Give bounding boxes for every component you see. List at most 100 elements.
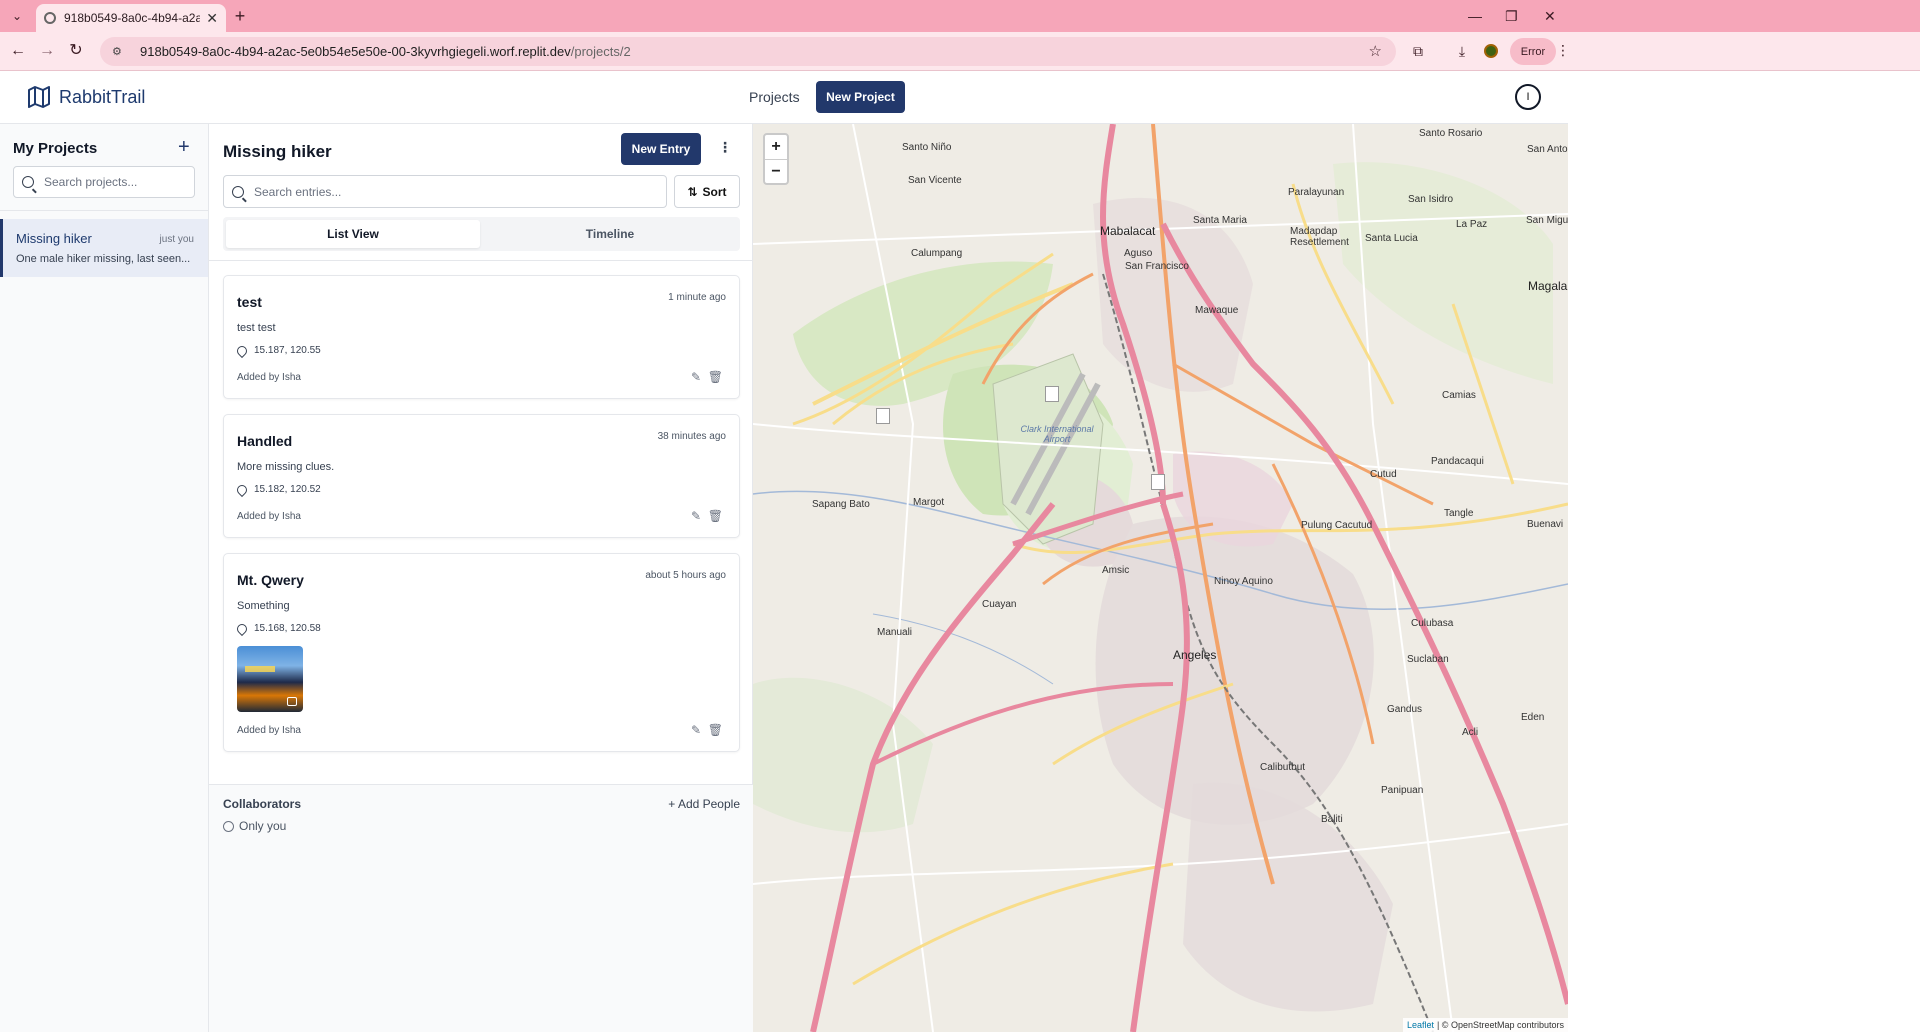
sidebar-item-missing-hiker[interactable]: Missing hiker just you One male hiker mi… — [0, 219, 208, 277]
map-label: Buenavi — [1527, 519, 1564, 530]
map-label: Panipuan — [1381, 785, 1424, 796]
entry-card[interactable]: Mt. Qwery about 5 hours ago Something 15… — [223, 553, 740, 752]
entry-title: test — [237, 294, 262, 310]
entry-search-box[interactable] — [223, 175, 667, 208]
map-label: Culubasa — [1411, 618, 1454, 629]
map-label: Ninoy Aquino — [1214, 576, 1273, 587]
map-label: Camias — [1442, 390, 1476, 401]
app-logo[interactable]: RabbitTrail — [27, 85, 145, 109]
search-icon — [22, 176, 34, 188]
trash-icon[interactable]: 🗑 — [708, 723, 723, 737]
entry-card[interactable]: test 1 minute ago test test 15.187, 120.… — [223, 275, 740, 399]
map-label: Santa Lucia — [1365, 233, 1418, 244]
restore-icon[interactable]: ❐ — [1505, 8, 1518, 25]
tab-search-chevron-icon[interactable]: ⌄ — [6, 6, 28, 26]
new-tab-plus-icon[interactable]: + — [230, 6, 250, 26]
map-label: San Francisco — [1125, 261, 1189, 272]
minimize-icon[interactable]: — — [1468, 8, 1482, 24]
map-label: Mawaque — [1195, 305, 1239, 316]
user-avatar[interactable]: I — [1515, 84, 1541, 110]
project-menu-icon[interactable]: ⋮ — [718, 139, 732, 156]
browser-menu-icon[interactable]: ⋮ — [1556, 42, 1570, 59]
edit-icon[interactable]: ✎ — [691, 723, 701, 737]
window-close-icon[interactable]: ✕ — [1544, 8, 1556, 25]
leaflet-link[interactable]: Leaflet — [1407, 1020, 1434, 1030]
trash-icon[interactable]: 🗑 — [708, 370, 723, 384]
collaborators-section: Collaborators + Add People Only you — [209, 784, 753, 1032]
add-project-plus-icon[interactable]: + — [178, 136, 190, 159]
map-marker[interactable] — [1045, 386, 1059, 402]
project-search-box[interactable] — [13, 166, 195, 198]
map-label: Acli — [1462, 727, 1479, 738]
entry-time: about 5 hours ago — [645, 570, 726, 581]
entry-description: Something — [237, 600, 290, 612]
map-label: San Isidro — [1408, 194, 1454, 205]
entry-added-by: Added by Isha — [237, 372, 301, 383]
map-label: Angeles — [1173, 648, 1217, 662]
forward-arrow-icon[interactable]: → — [37, 41, 57, 61]
url-path: /projects/2 — [570, 44, 631, 59]
entry-title: Mt. Qwery — [237, 572, 304, 588]
add-people-link[interactable]: + Add People — [668, 797, 740, 811]
panel-divider — [209, 260, 753, 261]
map-marker[interactable] — [1151, 474, 1165, 490]
map-label: Santa Maria — [1193, 215, 1247, 226]
tab-list-view[interactable]: List View — [226, 220, 480, 248]
map-pin-icon — [234, 482, 250, 497]
entry-coords: 15.187, 120.55 — [254, 345, 321, 356]
map-label: Santo Rosario — [1419, 128, 1483, 139]
entry-search-input[interactable] — [254, 184, 666, 199]
new-project-button[interactable]: New Project — [816, 81, 905, 113]
error-badge[interactable]: Error — [1510, 38, 1556, 65]
new-entry-button[interactable]: New Entry — [621, 133, 701, 165]
map-label: Tangle — [1444, 508, 1474, 519]
entry-location: 15.182, 120.52 — [234, 482, 321, 497]
map-label: Amsic — [1102, 565, 1130, 576]
map-logo-icon — [28, 86, 50, 108]
map-label: San Vicente — [908, 175, 962, 186]
nav-projects-link[interactable]: Projects — [749, 89, 800, 105]
reload-icon[interactable]: ↻ — [66, 41, 86, 61]
sort-button[interactable]: ⇅ Sort — [674, 175, 740, 208]
address-bar[interactable]: ⚙ 918b0549-8a0c-4b94-a2ac-5e0b54e5e50e-0… — [100, 37, 1396, 66]
projects-sidebar: My Projects + Missing hiker just you One… — [0, 124, 209, 1032]
map-label: La Paz — [1456, 219, 1488, 230]
map-label: Calumpang — [911, 248, 963, 259]
entry-title: Handled — [237, 433, 293, 449]
zoom-in-button[interactable]: + — [765, 135, 787, 159]
sort-arrows-icon: ⇅ — [687, 184, 698, 199]
map-view[interactable]: Santo Niño San Vicente Calumpang Mabalac… — [753, 124, 1568, 1032]
edit-icon[interactable]: ✎ — [691, 370, 701, 384]
map-label: Suclaban — [1407, 654, 1449, 665]
extensions-puzzle-icon[interactable]: ⧉ — [1408, 41, 1428, 61]
tab-close-icon[interactable]: ✕ — [206, 10, 218, 27]
map-label: Mabalacat — [1100, 224, 1156, 238]
entry-card[interactable]: Handled 38 minutes ago More missing clue… — [223, 414, 740, 538]
map-pin-icon — [234, 621, 250, 636]
project-search-input[interactable] — [44, 175, 194, 189]
bookmark-star-icon[interactable]: ☆ — [1369, 42, 1382, 60]
osm-attribution[interactable]: | © OpenStreetMap contributors — [1437, 1020, 1564, 1030]
sidebar-divider — [0, 210, 208, 211]
download-icon[interactable]: ⤓ — [1452, 41, 1472, 61]
map-label: Sapang Bato — [812, 499, 870, 510]
tab-timeline[interactable]: Timeline — [483, 220, 737, 248]
site-settings-icon[interactable]: ⚙ — [112, 45, 126, 58]
map-label: Magalan — [1528, 279, 1568, 293]
browser-tab[interactable]: 918b0549-8a0c-4b94-a2ac-5e0b54e5e50e ✕ — [36, 4, 226, 32]
trash-icon[interactable]: 🗑 — [708, 509, 723, 523]
map-marker[interactable] — [876, 408, 890, 424]
browser-tab-strip: ⌄ 918b0549-8a0c-4b94-a2ac-5e0b54e5e50e ✕… — [0, 0, 1920, 32]
project-time: just you — [159, 234, 194, 245]
url-host: 918b0549-8a0c-4b94-a2ac-5e0b54e5e50e-00-… — [140, 44, 571, 59]
browser-toolbar: ← → ↻ ⚙ 918b0549-8a0c-4b94-a2ac-5e0b54e5… — [0, 32, 1920, 71]
map-label: Cutud — [1370, 469, 1397, 480]
zoom-control: + − — [763, 133, 789, 185]
edit-icon[interactable]: ✎ — [691, 509, 701, 523]
zoom-out-button[interactable]: − — [765, 159, 787, 183]
profile-avatar-icon[interactable] — [1484, 44, 1498, 58]
project-name: Missing hiker — [16, 231, 92, 246]
back-arrow-icon[interactable]: ← — [8, 41, 28, 61]
entry-photo-thumbnail[interactable] — [237, 646, 303, 712]
map-label: Pulung Cacutud — [1301, 520, 1373, 531]
